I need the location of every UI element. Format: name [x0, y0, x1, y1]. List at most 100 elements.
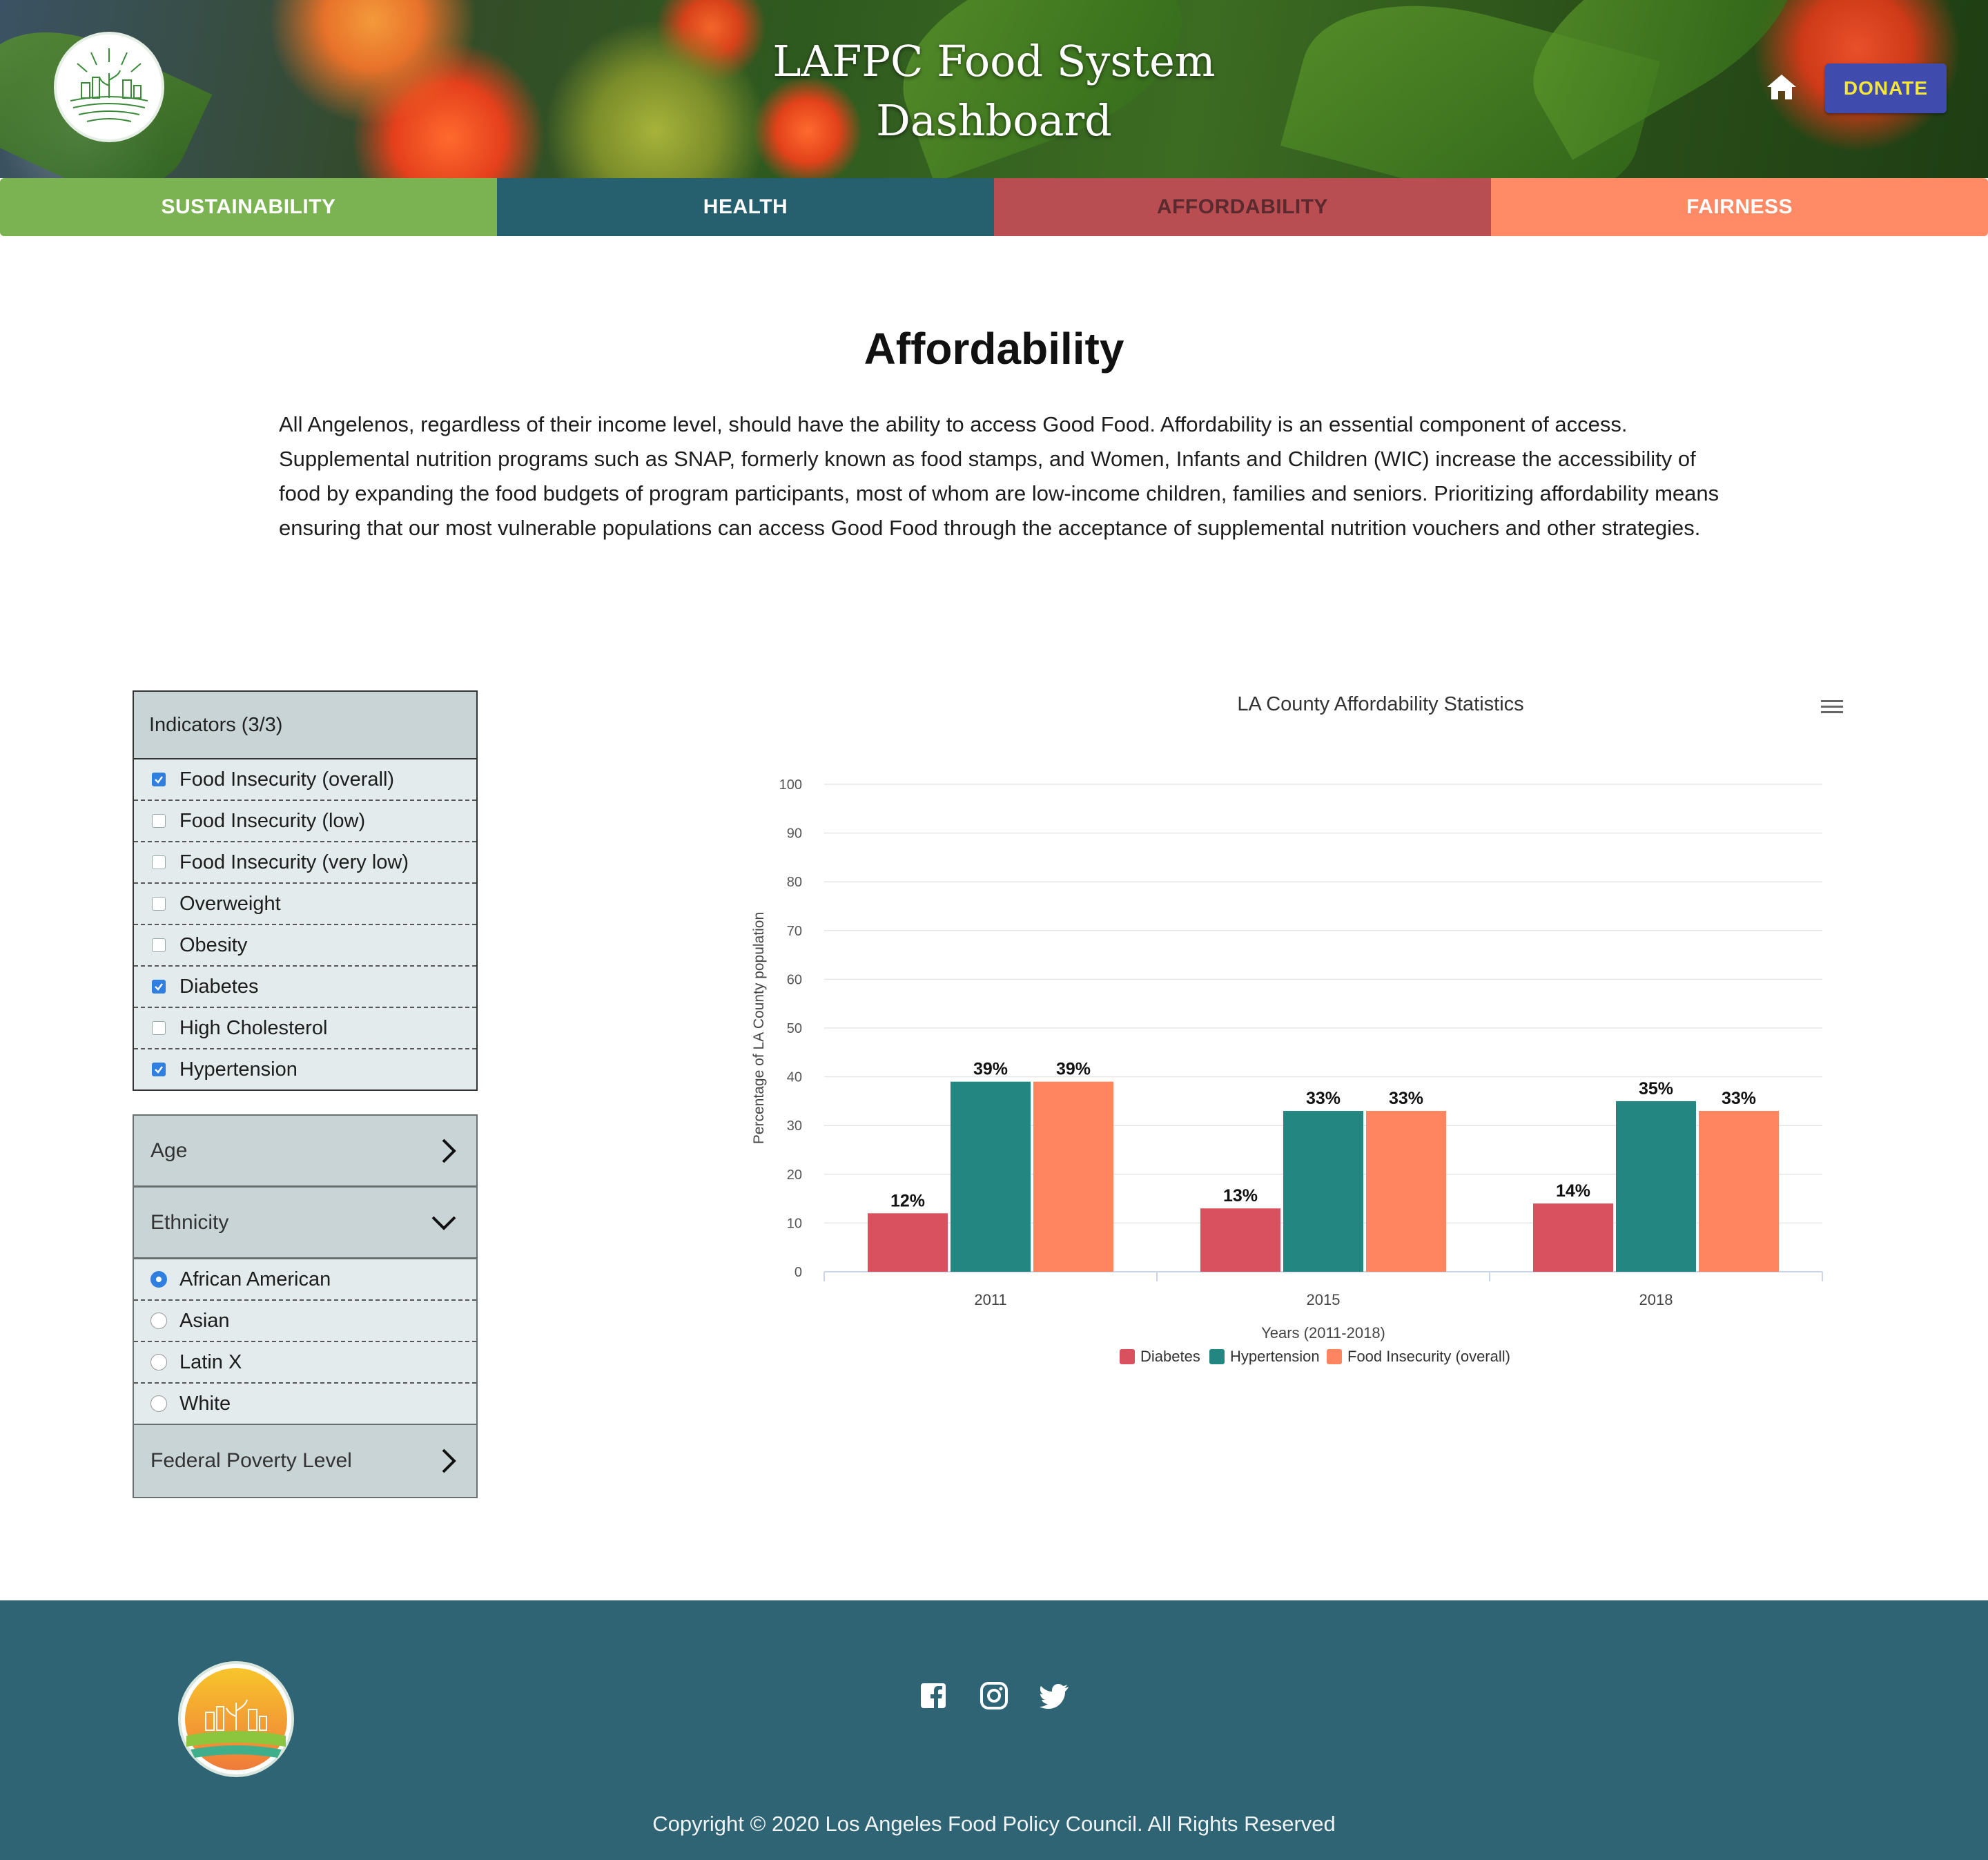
legend-label: Diabetes — [1140, 1348, 1200, 1365]
indicator-high-cholesterol[interactable]: High Cholesterol — [134, 1008, 476, 1049]
chart-menu-icon[interactable] — [1820, 697, 1844, 717]
ethnicity-option-latin-x[interactable]: Latin X — [134, 1342, 476, 1384]
indicator-label: Hypertension — [179, 1058, 298, 1081]
filter-ethnicity[interactable]: Ethnicity — [134, 1188, 476, 1259]
checkbox[interactable] — [152, 814, 166, 828]
ethnicity-option-white[interactable]: White — [134, 1384, 476, 1425]
data-label: 12% — [890, 1191, 925, 1210]
twitter-glyph — [1040, 1684, 1069, 1709]
home-icon[interactable] — [1766, 73, 1797, 101]
ethnicity-option-asian[interactable]: Asian — [134, 1301, 476, 1342]
legend-label: Food Insecurity (overall) — [1347, 1348, 1510, 1365]
twitter-icon[interactable] — [1040, 1680, 1070, 1711]
bar — [868, 1213, 948, 1272]
bar — [1200, 1208, 1280, 1272]
filter-fpl-label: Federal Poverty Level — [150, 1449, 352, 1472]
checkbox[interactable] — [152, 897, 166, 911]
ethnicity-option-label: White — [179, 1392, 231, 1415]
footer: Copyright © 2020 Los Angeles Food Policy… — [0, 1600, 1988, 1860]
indicator-food-insecurity-overall[interactable]: Food Insecurity (overall) — [134, 759, 476, 801]
y-tick-label: 70 — [787, 924, 802, 939]
y-tick-label: 0 — [795, 1265, 802, 1280]
instagram-glyph — [980, 1682, 1008, 1709]
indicators-header: Indicators (3/3) — [134, 692, 476, 759]
site-title: LAFPC Food System Dashboard — [718, 32, 1270, 151]
data-label: 33% — [1722, 1089, 1756, 1108]
logo-graphic — [70, 48, 148, 122]
filter-ethnicity-label: Ethnicity — [150, 1210, 229, 1234]
y-tick-label: 40 — [787, 1070, 802, 1085]
bar — [951, 1081, 1031, 1272]
y-tick-label: 20 — [787, 1168, 802, 1183]
legend-swatch — [1209, 1349, 1225, 1364]
radio-button[interactable] — [150, 1312, 167, 1329]
y-tick-label: 60 — [787, 972, 802, 987]
y-tick-label: 90 — [787, 826, 802, 842]
radio-button[interactable] — [150, 1271, 167, 1288]
footer-logo[interactable] — [178, 1661, 294, 1777]
bar — [1366, 1111, 1446, 1272]
facebook-icon[interactable] — [918, 1680, 948, 1711]
ethnicity-option-african-american[interactable]: African American — [134, 1259, 476, 1301]
indicator-food-insecurity-very-low[interactable]: Food Insecurity (very low) — [134, 842, 476, 884]
home-icon-graphic — [1767, 75, 1796, 99]
indicator-hypertension[interactable]: Hypertension — [134, 1049, 476, 1089]
instagram-icon[interactable] — [979, 1680, 1009, 1711]
x-tick-label: 2018 — [1639, 1291, 1673, 1308]
indicator-food-insecurity-low[interactable]: Food Insecurity (low) — [134, 801, 476, 842]
indicator-label: Obesity — [179, 933, 248, 956]
bar — [1699, 1111, 1779, 1272]
indicator-overweight[interactable]: Overweight — [134, 884, 476, 925]
indicator-obesity[interactable]: Obesity — [134, 925, 476, 967]
data-label: 39% — [1056, 1060, 1091, 1079]
y-tick-label: 30 — [787, 1118, 802, 1134]
y-tick-label: 10 — [787, 1216, 802, 1231]
indicator-diabetes[interactable]: Diabetes — [134, 967, 476, 1008]
site-title-line2: Dashboard — [876, 95, 1112, 146]
lafpc-logo[interactable] — [54, 32, 164, 142]
data-label: 33% — [1389, 1089, 1423, 1108]
checkbox[interactable] — [152, 855, 166, 869]
radio-button[interactable] — [150, 1395, 167, 1412]
indicator-label: Food Insecurity (low) — [179, 809, 366, 832]
category-nav: SUSTAINABILITY HEALTH AFFORDABILITY FAIR… — [0, 178, 1988, 236]
data-label: 35% — [1639, 1079, 1673, 1098]
chevron-down-icon — [431, 1216, 456, 1230]
checkbox[interactable] — [152, 773, 166, 786]
chevron-right-icon — [442, 1139, 456, 1163]
hamburger-icon — [1821, 700, 1843, 713]
bar — [1033, 1081, 1113, 1272]
page-title: Affordability — [864, 324, 1124, 374]
facebook-glyph — [921, 1683, 946, 1708]
intro-paragraph: All Angelenos, regardless of their incom… — [279, 412, 1719, 540]
page: LAFPC Food System Dashboard DONATE SUSTA… — [0, 0, 1988, 1860]
data-label: 39% — [973, 1060, 1008, 1079]
checkbox[interactable] — [152, 1021, 166, 1035]
bar — [1283, 1111, 1363, 1272]
data-label: 13% — [1223, 1186, 1258, 1205]
indicator-label: Diabetes — [179, 975, 259, 998]
bar — [1616, 1101, 1696, 1272]
x-axis-label: Years (2011-2018) — [1261, 1324, 1385, 1341]
indicator-label: Food Insecurity (overall) — [179, 768, 395, 791]
tab-affordability[interactable]: AFFORDABILITY — [994, 178, 1491, 236]
tab-fairness[interactable]: FAIRNESS — [1491, 178, 1988, 236]
filter-age-label: Age — [150, 1139, 188, 1162]
chevron-right-icon — [442, 1449, 456, 1473]
ethnicity-option-label: Asian — [179, 1309, 230, 1332]
site-title-line1: LAFPC Food System — [772, 36, 1216, 86]
filter-federal-poverty-level[interactable]: Federal Poverty Level — [134, 1425, 476, 1497]
bar-chart: 0 10 20 30 40 50 60 70 80 90 100 Percentage of LA C… — [751, 777, 1823, 1365]
x-tick-label: 2011 — [974, 1291, 1006, 1308]
indicators-panel: Indicators (3/3) Food Insecurity (overal… — [133, 690, 478, 1091]
footer-logo-graphic — [185, 1668, 287, 1770]
tab-health[interactable]: HEALTH — [497, 178, 994, 236]
ethnicity-option-label: African American — [179, 1268, 331, 1290]
filter-age[interactable]: Age — [134, 1116, 476, 1188]
checkbox[interactable] — [152, 938, 166, 952]
checkbox[interactable] — [152, 1063, 166, 1076]
tab-sustainability[interactable]: SUSTAINABILITY — [0, 178, 497, 236]
radio-button[interactable] — [150, 1354, 167, 1370]
donate-button[interactable]: DONATE — [1825, 64, 1947, 113]
checkbox[interactable] — [152, 980, 166, 994]
